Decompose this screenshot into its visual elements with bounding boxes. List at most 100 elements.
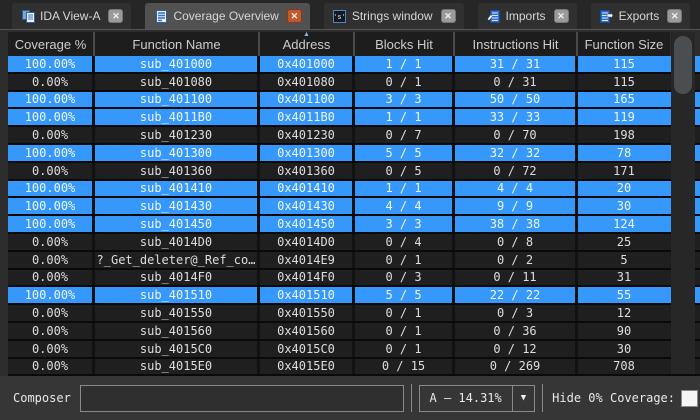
column-header-label: Instructions Hit (472, 36, 559, 52)
cell-address: 0x401360 (260, 162, 355, 179)
cell-function-name: sub_401560 (95, 322, 260, 339)
tab-strings-window[interactable]: 's' Strings window ✕ (323, 3, 464, 29)
column-header-address[interactable]: ▲ Address (260, 31, 355, 56)
table-row[interactable]: 100.00% sub_401410 0x401410 1 / 1 4 / 4 … (8, 180, 700, 199)
cell-coverage-percent: 0.00% (8, 73, 95, 90)
table-row[interactable]: 0.00% sub_4014D0 0x4014D0 0 / 4 0 / 8 25 (8, 233, 700, 252)
close-icon[interactable]: ✕ (440, 9, 456, 23)
cell-instructions-hit: 0 / 3 (455, 305, 578, 321)
table-row[interactable]: 0.00% sub_401080 0x401080 0 / 1 0 / 31 1… (8, 73, 700, 92)
hide-zero-coverage-checkbox[interactable] (681, 389, 698, 407)
sort-ascending-icon: ▲ (303, 31, 310, 38)
cell-address: 0x4014F0 (260, 269, 355, 286)
composer-label: Composer (13, 391, 71, 405)
cell-blocks-hit: 3 / 3 (355, 216, 455, 232)
cell-address: 0x4011B0 (260, 109, 355, 126)
cell-blocks-hit: 0 / 3 (355, 269, 455, 286)
column-header-function-name[interactable]: Function Name (95, 32, 260, 56)
tab-coverage-overview[interactable]: Coverage Overview ✕ (145, 3, 310, 29)
table-row[interactable]: 100.00% sub_401300 0x401300 5 / 5 32 / 3… (8, 144, 700, 163)
cell-function-name: sub_4011B0 (95, 109, 260, 126)
cell-coverage-percent: 100.00% (8, 216, 95, 232)
cell-function-name: sub_401450 (95, 216, 260, 232)
imports-icon (487, 9, 501, 23)
table-row[interactable]: 0.00% ?_Get_deleter@_Ref_co… 0x4014E9 0 … (8, 251, 700, 270)
tab-exports[interactable]: Exports ✕ (590, 3, 691, 29)
cell-instructions-hit: 9 / 9 (455, 198, 578, 215)
table-row[interactable]: 100.00% sub_4011B0 0x4011B0 1 / 1 33 / 3… (8, 109, 700, 128)
cell-function-size: 708 (613, 359, 635, 374)
cell-blocks-hit: 0 / 1 (355, 322, 455, 339)
cell-blocks-hit: 0 / 1 (355, 305, 455, 321)
table-row[interactable]: 100.00% sub_401430 0x401430 4 / 4 9 / 9 … (8, 198, 700, 217)
cell-function-name: sub_401230 (95, 127, 260, 143)
cell-address: 0x401510 (260, 287, 355, 304)
column-header-label: Coverage % (14, 36, 87, 52)
coverage-set-dropdown[interactable]: A – 14.31% ▼ (418, 384, 536, 412)
tab-imports[interactable]: Imports ✕ (477, 3, 577, 29)
coverage-set-value: A – 14.31% (429, 391, 502, 405)
cell-instructions-hit: 31 / 31 (455, 56, 578, 72)
table-row[interactable]: 0.00% sub_401560 0x401560 0 / 1 0 / 36 9… (8, 322, 700, 341)
table-row[interactable]: 0.00% sub_4014F0 0x4014F0 0 / 3 0 / 11 3… (8, 269, 700, 288)
scrollbar-thumb[interactable] (674, 36, 692, 94)
cell-function-name: ?_Get_deleter@_Ref_co… (95, 251, 260, 268)
column-header-function-size[interactable]: Function Size (578, 32, 670, 56)
cell-blocks-hit: 0 / 1 (355, 340, 455, 357)
cell-function-name: sub_401080 (95, 73, 260, 90)
table-row[interactable]: 100.00% sub_401510 0x401510 5 / 5 22 / 2… (8, 287, 700, 306)
cell-coverage-percent: 100.00% (8, 109, 95, 126)
cell-instructions-hit: 22 / 22 (455, 287, 578, 304)
cell-function-size: 115 (613, 56, 635, 71)
cell-function-size: 165 (613, 92, 635, 107)
cell-address: 0x4015E0 (260, 358, 355, 375)
table-row[interactable]: 0.00% sub_4015C0 0x4015C0 0 / 1 0 / 12 3… (8, 340, 700, 359)
cell-function-size: 90 (616, 323, 632, 338)
cell-function-size: 119 (613, 110, 635, 125)
cell-instructions-hit: 0 / 12 (455, 340, 578, 357)
table-row[interactable]: 100.00% sub_401100 0x401100 3 / 3 50 / 5… (8, 91, 700, 110)
cell-function-name: sub_401550 (95, 305, 260, 321)
column-header-blocks-hit[interactable]: Blocks Hit (355, 32, 455, 56)
cell-instructions-hit: 0 / 70 (455, 127, 578, 143)
svg-text:'s': 's' (334, 13, 347, 21)
cell-instructions-hit: 0 / 8 (455, 233, 578, 250)
cell-function-name: sub_401510 (95, 287, 260, 304)
table-row[interactable]: 0.00% sub_401230 0x401230 0 / 7 0 / 70 1… (8, 127, 700, 145)
close-icon[interactable]: ✕ (108, 9, 124, 23)
cell-function-name: sub_401410 (95, 180, 260, 197)
hide-zero-coverage-label: Hide 0% Coverage: (552, 391, 675, 405)
column-header-coverage[interactable]: Coverage % (8, 32, 95, 56)
cell-function-size: 31 (616, 270, 632, 285)
cell-function-size: 115 (613, 74, 635, 89)
cell-function-name: sub_4015C0 (95, 340, 260, 357)
cell-address: 0x401300 (260, 144, 355, 161)
tab-ida-view-a[interactable]: IDA View-A ✕ (12, 3, 132, 29)
table-row[interactable]: 0.00% sub_4015E0 0x4015E0 0 / 15 0 / 269… (8, 358, 700, 376)
cell-coverage-percent: 100.00% (8, 56, 95, 72)
cell-blocks-hit: 0 / 1 (355, 73, 455, 90)
cell-coverage-percent: 0.00% (8, 251, 95, 268)
column-header-instructions-hit[interactable]: Instructions Hit (455, 32, 578, 56)
cell-address: 0x401080 (260, 73, 355, 90)
cell-function-size: 30 (616, 341, 632, 356)
table-row[interactable]: 100.00% sub_401000 0x401000 1 / 1 31 / 3… (8, 56, 700, 74)
vertical-scrollbar[interactable] (671, 32, 695, 374)
table-body: 100.00% sub_401000 0x401000 1 / 1 31 / 3… (8, 56, 700, 376)
cell-coverage-percent: 0.00% (8, 340, 95, 357)
cell-address: 0x4014D0 (260, 233, 355, 250)
close-icon[interactable]: ✕ (286, 9, 302, 23)
cell-function-name: sub_401430 (95, 198, 260, 215)
close-icon[interactable]: ✕ (667, 9, 683, 23)
cell-function-name: sub_4015E0 (95, 358, 260, 375)
column-header-label: Blocks Hit (375, 36, 433, 52)
cell-function-size: 55 (616, 288, 632, 303)
table-row[interactable]: 0.00% sub_401550 0x401550 0 / 1 0 / 3 12 (8, 305, 700, 323)
column-header-label: Function Size (584, 36, 664, 52)
composer-input[interactable] (79, 384, 404, 412)
table-row[interactable]: 100.00% sub_401450 0x401450 3 / 3 38 / 3… (8, 216, 700, 234)
cell-address: 0x4015C0 (260, 340, 355, 357)
table-row[interactable]: 0.00% sub_401360 0x401360 0 / 5 0 / 72 1… (8, 162, 700, 181)
close-icon[interactable]: ✕ (553, 9, 569, 23)
cell-instructions-hit: 0 / 269 (455, 358, 578, 375)
